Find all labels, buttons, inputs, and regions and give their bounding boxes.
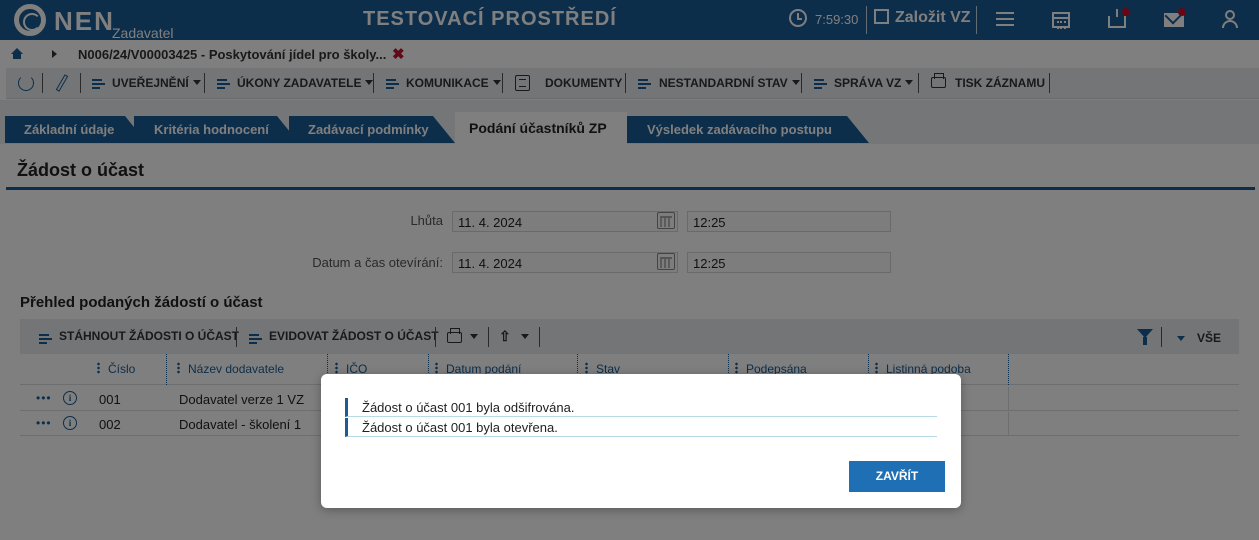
close-button[interactable]: ZAVŘÍT [849,461,945,492]
message-decrypted: Žádost o účast 001 byla odšifrována. [345,398,937,417]
message-opened: Žádost o účast 001 byla otevřena. [345,418,937,437]
notification-dialog: Žádost o účast 001 byla odšifrována. Žád… [321,374,961,508]
